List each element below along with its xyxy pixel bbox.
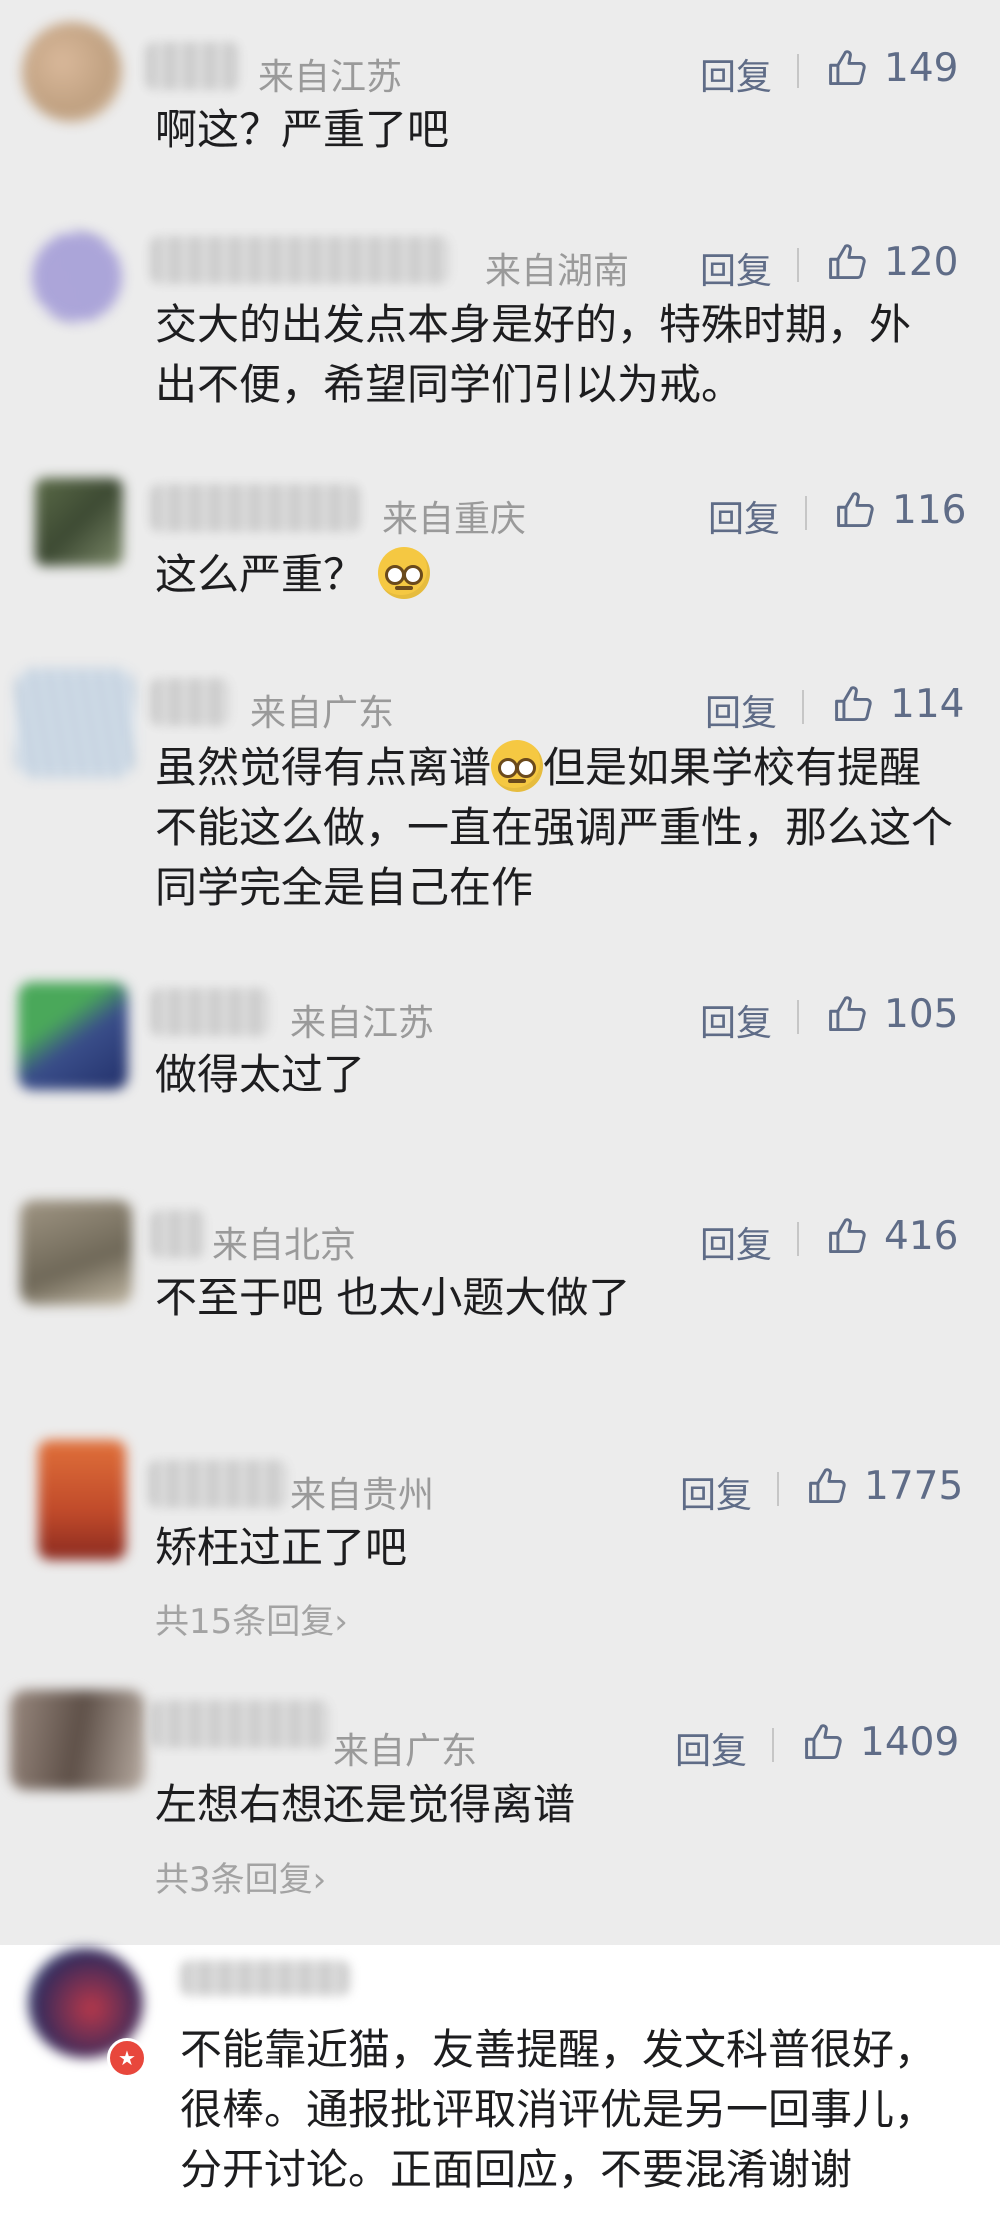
comment-text-content: 虽然觉得有点离谱 — [155, 743, 492, 792]
comment-text: 啊这？严重了吧 — [155, 105, 450, 154]
like-count: 1775 — [864, 1464, 964, 1509]
like-count: 149 — [884, 46, 959, 91]
comment-text-content: 这么严重？ — [155, 550, 366, 599]
username-blurred[interactable] — [148, 1460, 288, 1508]
avatar[interactable] — [38, 1440, 126, 1560]
divider — [797, 1222, 799, 1256]
location-label: 来自北京 — [212, 1225, 357, 1266]
avatar[interactable] — [22, 22, 122, 122]
reply-button[interactable]: 回复 — [680, 1466, 752, 1518]
thumbs-up-icon[interactable] — [832, 682, 876, 726]
view-replies-link[interactable]: 共3条回复› — [155, 1852, 326, 1901]
divider — [797, 1000, 799, 1034]
avatar[interactable] — [15, 668, 135, 778]
divider — [797, 54, 799, 88]
divider — [772, 1728, 774, 1762]
comment-text: 做得太过了 — [155, 1050, 366, 1099]
username-blurred[interactable] — [180, 1960, 350, 1996]
thumbs-up-icon[interactable] — [806, 1464, 850, 1508]
username-blurred[interactable] — [150, 1700, 330, 1748]
username-blurred[interactable] — [150, 988, 270, 1036]
thumbs-up-icon[interactable] — [802, 1720, 846, 1764]
location-label: 来自广东 — [333, 1731, 478, 1772]
comment-text: 交大的出发点本身是好的，特殊时期，外出不便，希望同学们引以为戒。 — [155, 300, 912, 409]
comment-text: 这么严重？ — [155, 545, 975, 605]
thumbs-up-icon[interactable] — [826, 1214, 870, 1258]
location-label: 来自贵州 — [290, 1475, 435, 1516]
view-replies-link[interactable]: 共15条回复› — [155, 1594, 348, 1643]
thumbs-up-icon[interactable] — [826, 240, 870, 284]
comment-text: 虽然觉得有点离谱 但是如果学校有提醒不能这么做，一直在强调严重性，那么这个同学完全… — [155, 738, 955, 918]
reply-button[interactable]: 回复 — [700, 994, 772, 1046]
username-blurred[interactable] — [150, 236, 450, 284]
thumbs-up-icon[interactable] — [826, 46, 870, 90]
divider — [797, 248, 799, 282]
comment-text: 不能靠近猫，友善提醒，发文科普很好，很棒。通报批评取消评优是另一回事儿，分开讨论… — [180, 2025, 937, 2194]
thumbs-up-icon[interactable] — [834, 488, 878, 532]
avatar[interactable] — [10, 1690, 145, 1790]
like-count: 120 — [884, 240, 959, 285]
avatar[interactable] — [32, 232, 122, 322]
pleading-face-icon — [378, 547, 431, 599]
reply-button[interactable]: 回复 — [700, 242, 772, 294]
like-count: 416 — [884, 1214, 959, 1259]
like-count: 105 — [884, 992, 959, 1037]
pleading-face-icon — [491, 740, 544, 792]
reply-button[interactable]: 回复 — [700, 48, 772, 100]
location-label: 来自广东 — [250, 693, 395, 734]
reply-button[interactable]: 回复 — [675, 1722, 747, 1774]
avatar[interactable] — [35, 478, 123, 566]
username-blurred[interactable] — [145, 42, 240, 90]
username-blurred[interactable] — [150, 678, 230, 726]
comment-text: 不至于吧 也太小题大做了 — [155, 1273, 631, 1322]
like-count: 116 — [892, 488, 967, 533]
divider — [777, 1472, 779, 1506]
like-count: 114 — [890, 682, 965, 727]
verified-badge-icon: ★ — [107, 2038, 147, 2078]
location-label: 来自江苏 — [290, 1003, 435, 1044]
like-count: 1409 — [860, 1720, 960, 1765]
divider — [802, 690, 804, 724]
location-label: 来自湖南 — [485, 251, 630, 292]
username-blurred[interactable] — [150, 484, 360, 532]
avatar[interactable] — [20, 1200, 132, 1305]
reply-button[interactable]: 回复 — [705, 684, 777, 736]
comment-text: 矫枉过正了吧 — [155, 1523, 408, 1572]
avatar[interactable] — [18, 982, 128, 1090]
reply-button[interactable]: 回复 — [708, 490, 780, 542]
thumbs-up-icon[interactable] — [826, 992, 870, 1036]
location-label: 来自重庆 — [382, 499, 527, 540]
location-label: 来自江苏 — [258, 57, 403, 98]
username-blurred[interactable] — [150, 1210, 205, 1258]
reply-button[interactable]: 回复 — [700, 1216, 772, 1268]
comment-text: 左想右想还是觉得离谱 — [155, 1780, 576, 1829]
divider — [805, 496, 807, 530]
